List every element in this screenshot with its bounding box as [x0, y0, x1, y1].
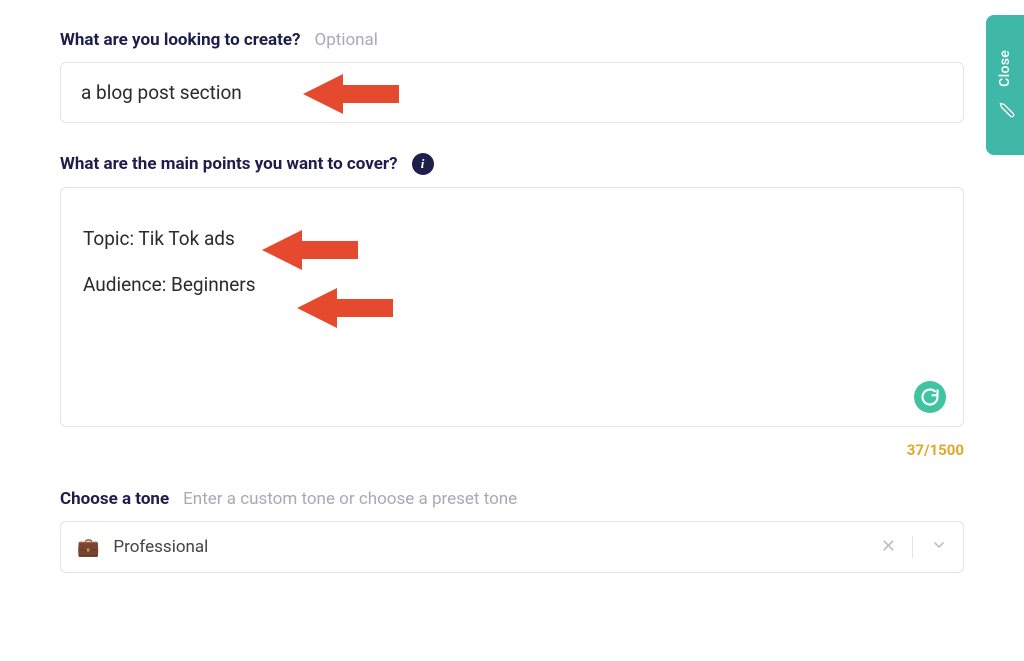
points-textarea[interactable]	[60, 187, 964, 427]
tone-label: Choose a tone	[60, 489, 169, 509]
briefcase-icon: 💼	[77, 537, 99, 558]
char-counter: 37/1500	[60, 441, 964, 459]
tone-value: Professional	[113, 537, 866, 557]
chevron-down-icon[interactable]	[927, 537, 947, 558]
points-label: What are the main points you want to cov…	[60, 154, 398, 174]
tone-select[interactable]: 💼 Professional ✕	[60, 521, 964, 573]
create-input[interactable]	[60, 62, 964, 123]
pencil-icon	[995, 102, 1015, 118]
grammarly-icon[interactable]	[914, 381, 946, 413]
optional-label: Optional	[315, 30, 378, 50]
tone-field-group: Choose a tone Enter a custom tone or cho…	[60, 489, 964, 573]
info-icon[interactable]: i	[412, 153, 434, 175]
clear-icon[interactable]: ✕	[881, 536, 913, 558]
create-field-group: What are you looking to create? Optional	[60, 30, 964, 123]
close-label: Close	[997, 50, 1013, 87]
points-field-group: What are the main points you want to cov…	[60, 153, 964, 459]
close-button[interactable]: Close	[986, 15, 1024, 155]
create-label: What are you looking to create?	[60, 30, 301, 50]
tone-hint: Enter a custom tone or choose a preset t…	[183, 489, 517, 509]
